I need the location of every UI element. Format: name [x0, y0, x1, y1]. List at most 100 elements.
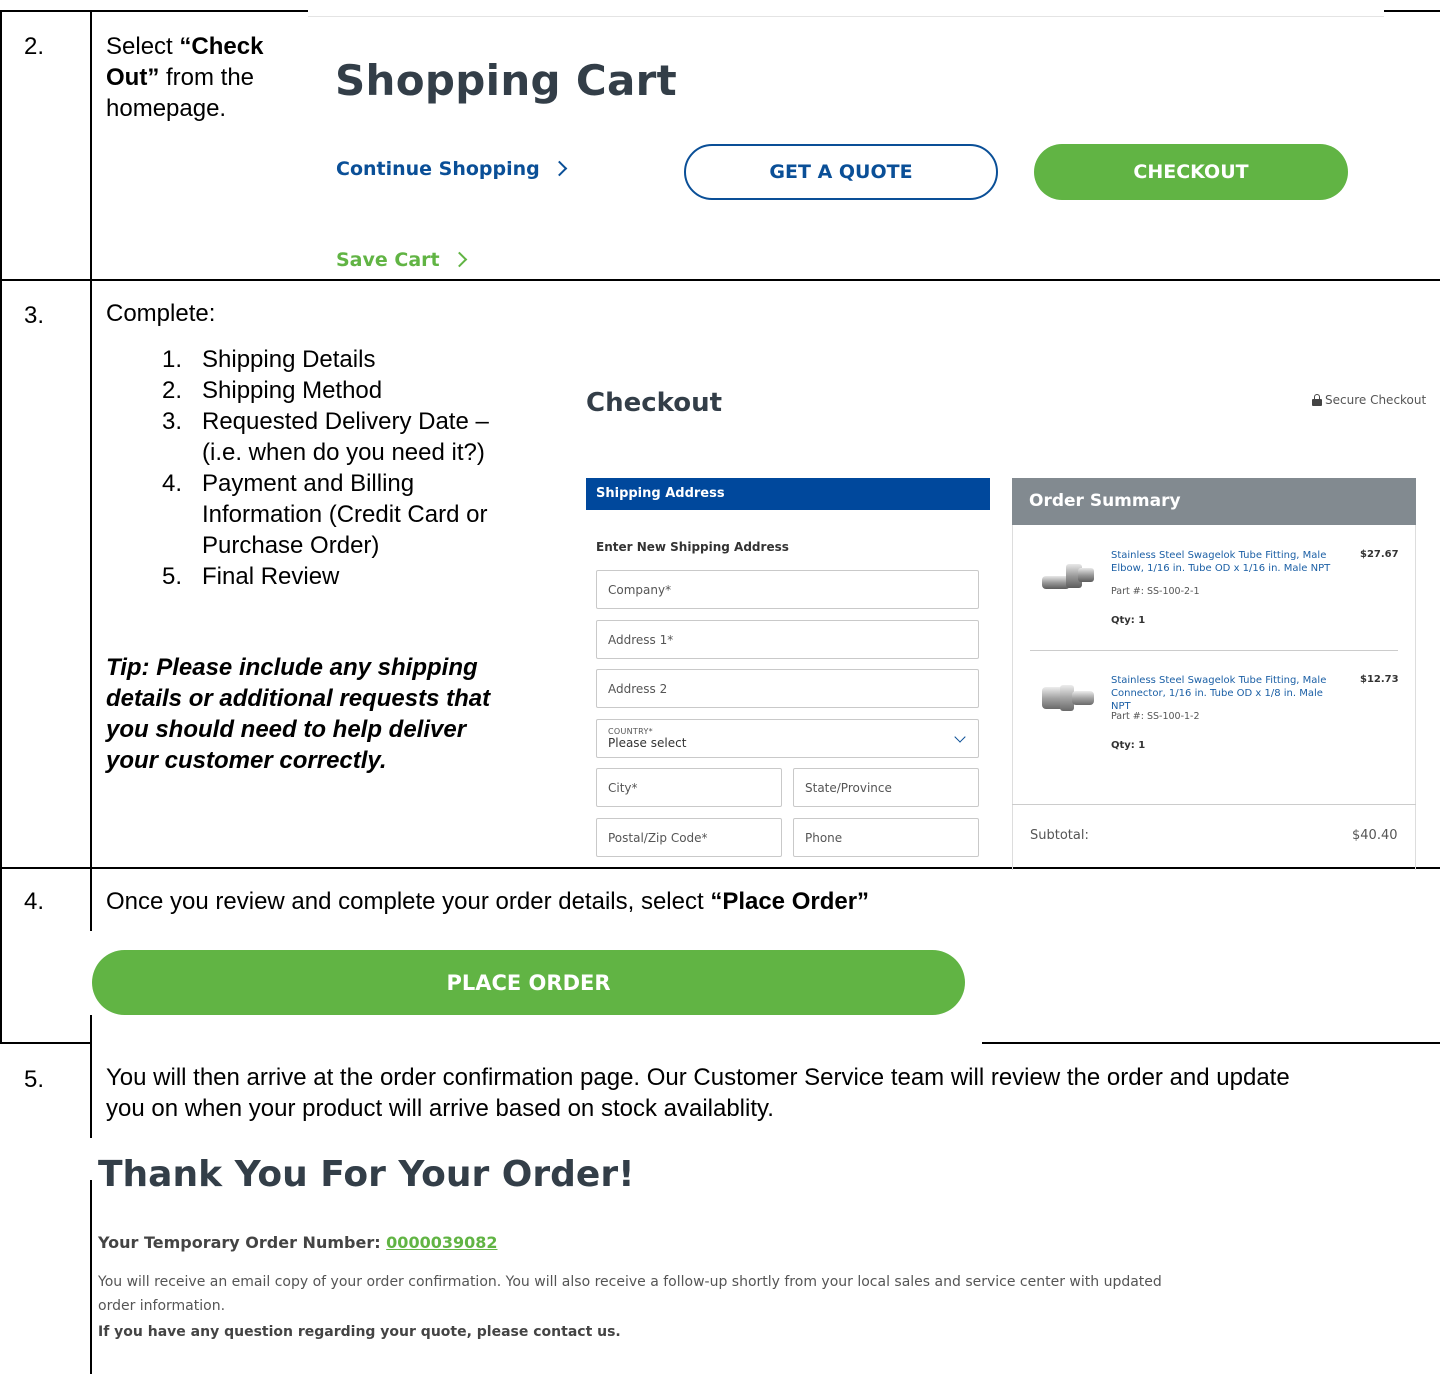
- shipping-address-header: Shipping Address: [586, 478, 990, 510]
- state-field[interactable]: State/Province: [793, 768, 979, 807]
- secure-checkout-label: Secure Checkout: [1325, 393, 1427, 407]
- checklist-item: 1. Shipping Details: [150, 344, 550, 375]
- country-label: COUNTRY*: [608, 727, 653, 736]
- continue-shopping-label: Continue Shopping: [336, 158, 540, 180]
- item-divider: [1030, 650, 1398, 651]
- instruction-text-from: from the: [159, 64, 255, 91]
- postal-field[interactable]: Postal/Zip Code*: [596, 818, 782, 857]
- enter-new-shipping-address: Enter New Shipping Address: [596, 540, 789, 554]
- checklist-number: 4.: [162, 470, 183, 497]
- checklist-text: Shipping Details: [202, 346, 376, 373]
- contact-note: If you have any question regarding your …: [98, 1324, 621, 1340]
- column-divider-row4: [90, 867, 92, 931]
- tip-line: you should need to help deliver: [106, 716, 467, 743]
- phone-field[interactable]: Phone: [793, 818, 979, 857]
- checklist-text: Purchase Order): [202, 532, 380, 559]
- tip-line: your customer correctly.: [106, 747, 387, 774]
- checklist-number: 1.: [162, 346, 183, 373]
- row-divider-4-5-left: [0, 1042, 92, 1044]
- checklist-number: 3.: [162, 408, 183, 435]
- continue-shopping-link[interactable]: Continue Shopping: [336, 158, 568, 180]
- instruction-bold-place-order: “Place Order”: [710, 888, 870, 915]
- step-number-3: 3.: [24, 302, 45, 329]
- subtotal-divider: [1012, 804, 1416, 805]
- info-line: You will receive an email copy of your o…: [98, 1274, 1162, 1290]
- checklist-number: 5.: [162, 563, 183, 590]
- order-item-name[interactable]: Stainless Steel Swagelok Tube Fitting, M…: [1111, 674, 1341, 713]
- item-name-line: Stainless Steel Swagelok Tube Fitting, M…: [1111, 550, 1327, 561]
- address2-field[interactable]: Address 2: [596, 669, 979, 708]
- country-select[interactable]: COUNTRY* Please select: [596, 719, 979, 758]
- table-top-border-left: [0, 10, 308, 12]
- elbow-fitting-image: [1042, 564, 1094, 589]
- order-summary-header: Order Summary: [1012, 478, 1416, 525]
- confirmation-info: You will receive an email copy of your o…: [98, 1270, 1278, 1318]
- info-line: order information.: [98, 1298, 226, 1314]
- secure-checkout: Secure Checkout: [1312, 393, 1426, 407]
- checklist-text: Final Review: [202, 563, 340, 590]
- column-divider-row5-low: [90, 1180, 92, 1374]
- tip-line: Tip: Please include any shipping: [106, 654, 478, 681]
- item-name-line: Elbow, 1/16 in. Tube OD x 1/16 in. Male …: [1111, 563, 1331, 574]
- place-order-button[interactable]: PLACE ORDER: [92, 950, 965, 1015]
- order-item-qty: Qty: 1: [1111, 740, 1146, 751]
- order-item-part: Part #: SS-100-2-1: [1111, 586, 1200, 597]
- row-divider-2-3: [0, 279, 1440, 281]
- checklist-item: 5. Final Review: [150, 561, 550, 592]
- column-divider-row4-low: [90, 1015, 92, 1043]
- checklist-text: (i.e. when do you need it?): [202, 439, 485, 466]
- shopping-cart-screenshot-top-edge: [308, 16, 1384, 17]
- checkout-title: Checkout: [586, 388, 723, 418]
- checklist-text: Requested Delivery Date –: [202, 408, 489, 435]
- subtotal-value: $40.40: [1352, 828, 1398, 843]
- column-divider-row2: [90, 10, 92, 280]
- instruction-text-homepage: homepage.: [106, 95, 227, 122]
- tip-text: Tip: Please include any shipping details…: [106, 652, 566, 776]
- checklist-item: 4. Payment and Billing Information (Cred…: [150, 468, 550, 561]
- order-item-name[interactable]: Stainless Steel Swagelok Tube Fitting, M…: [1111, 549, 1341, 575]
- order-item-price: $27.67: [1360, 549, 1399, 560]
- column-divider-row3: [90, 279, 92, 869]
- temporary-order-number: Your Temporary Order Number: 0000039082: [98, 1233, 498, 1252]
- step-2-instruction: Select “Check Out” from the homepage.: [106, 31, 296, 124]
- row-divider-4-5-right: [982, 1042, 1440, 1044]
- step-number-2: 2.: [24, 33, 45, 60]
- get-a-quote-button[interactable]: GET A QUOTE: [684, 144, 998, 200]
- checklist-text: Information (Credit Card or: [202, 501, 488, 528]
- checklist-item: 2. Shipping Method: [150, 375, 550, 406]
- item-name-line: Connector, 1/16 in. Tube OD x 1/8 in. Ma…: [1111, 688, 1323, 712]
- checklist-number: 2.: [162, 377, 183, 404]
- order-item-part: Part #: SS-100-1-2: [1111, 711, 1200, 722]
- checklist: 1. Shipping Details 2. Shipping Method 3…: [150, 344, 550, 592]
- checklist-text: Payment and Billing: [202, 470, 415, 497]
- subtotal-label: Subtotal:: [1030, 828, 1089, 843]
- temporary-order-label: Your Temporary Order Number:: [98, 1233, 387, 1252]
- chevron-right-icon: [551, 160, 568, 177]
- instruction-text: Select: [106, 33, 180, 60]
- order-item-price: $12.73: [1360, 674, 1399, 685]
- order-item-qty: Qty: 1: [1111, 615, 1146, 626]
- column-divider-row5: [90, 1042, 92, 1138]
- step-number-4: 4.: [24, 888, 45, 915]
- step-number-5: 5.: [24, 1066, 45, 1093]
- step-4-instruction: Once you review and complete your order …: [106, 886, 869, 917]
- save-cart-link[interactable]: Save Cart: [336, 249, 467, 271]
- instruction-line: You will then arrive at the order confir…: [106, 1064, 1290, 1091]
- company-field[interactable]: Company*: [596, 570, 979, 609]
- chevron-right-icon: [451, 251, 467, 268]
- item-name-line: Stainless Steel Swagelok Tube Fitting, M…: [1111, 675, 1327, 686]
- tip-line: details or additional requests that: [106, 685, 491, 712]
- lock-icon: [1312, 394, 1322, 406]
- connector-fitting-image: [1042, 685, 1094, 711]
- checkout-button[interactable]: CHECKOUT: [1034, 144, 1348, 200]
- save-cart-label: Save Cart: [336, 249, 440, 271]
- step-5-instruction: You will then arrive at the order confir…: [106, 1062, 1436, 1124]
- table-top-border-right: [1384, 10, 1440, 12]
- address1-field[interactable]: Address 1*: [596, 620, 979, 659]
- country-value: Please select: [608, 736, 687, 750]
- thank-you-title: Thank You For Your Order!: [98, 1154, 635, 1195]
- chevron-down-icon: [954, 731, 966, 743]
- instruction-line: you on when your product will arrive bas…: [106, 1095, 774, 1122]
- city-field[interactable]: City*: [596, 768, 782, 807]
- order-number-link[interactable]: 0000039082: [386, 1233, 497, 1252]
